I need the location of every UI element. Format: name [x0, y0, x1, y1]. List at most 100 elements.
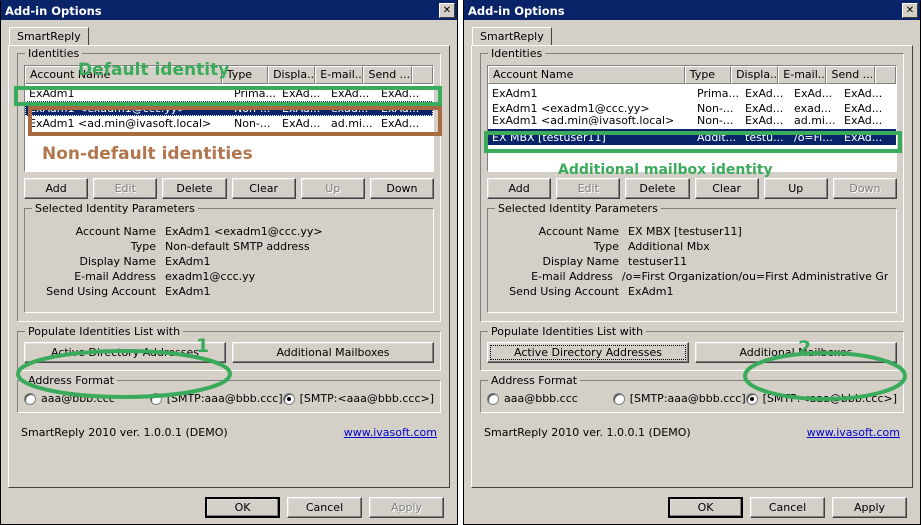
selected-identity-parameters-label: Selected Identity Parameters: [495, 202, 661, 215]
apply-button[interactable]: Apply: [369, 497, 444, 518]
cancel-button[interactable]: Cancel: [750, 497, 825, 518]
param-value: /o=First Organization/ou=First Administr…: [621, 270, 888, 283]
param-label: E-mail Address: [74, 270, 156, 283]
delete-button[interactable]: Delete: [162, 178, 227, 199]
tab-smartreply[interactable]: SmartReply: [9, 27, 89, 46]
footer-left: SmartReply 2010 ver. 1.0.0.1 (DEMO) www.…: [17, 422, 441, 439]
column-header-account-name[interactable]: Account Name: [488, 66, 685, 84]
annotation-ellipse-step-one: [16, 349, 232, 399]
cell-account-name: ExAdm1 <ad.min@ivasoft.local>: [29, 117, 212, 130]
radio-label: aaa@bbb.ccc: [504, 392, 578, 405]
close-icon[interactable]: ✕: [439, 3, 455, 18]
down-button[interactable]: Down: [369, 178, 435, 199]
tab-page-smartreply-right: Identities Account Name Type Displa... E…: [471, 45, 913, 488]
table-row[interactable]: ExAdm1 <exadm1@ccc.yy> Non-... ExAd... e…: [488, 101, 896, 116]
edit-button[interactable]: Edit: [93, 178, 158, 199]
column-header-email[interactable]: E-mail...: [315, 66, 364, 84]
tab-smartreply[interactable]: SmartReply: [472, 27, 552, 46]
cell-send-using: ExAd...: [381, 102, 420, 115]
param-value: exadm1@ccc.yy: [165, 270, 256, 283]
cell-email: ad.mi...: [794, 116, 836, 125]
active-directory-addresses-button[interactable]: Active Directory Addresses: [487, 342, 689, 363]
clear-button[interactable]: Clear: [694, 178, 759, 199]
param-label: E-mail Address: [531, 270, 613, 283]
cancel-button[interactable]: Cancel: [287, 497, 362, 518]
param-row-email-address: E-mail Address /o=First Organization/ou=…: [496, 269, 888, 284]
radio-icon[interactable]: [282, 392, 295, 405]
selected-identity-parameters-group-left: Selected Identity Parameters Account Nam…: [24, 202, 434, 313]
param-row-type: Type Non-default SMTP address: [33, 239, 425, 254]
radio-icon[interactable]: [612, 392, 625, 405]
ok-button[interactable]: OK: [205, 497, 280, 518]
address-format-label: Address Format: [488, 374, 581, 387]
table-row[interactable]: EX MBX [testuser11] Addit... testu... /o…: [488, 129, 896, 145]
edit-button[interactable]: Edit: [556, 178, 621, 199]
table-row[interactable]: ExAdm1 <exadm1@ccc.yy> Non-... ExAd... e…: [25, 101, 433, 116]
cell-type: Non-...: [697, 116, 734, 125]
up-button[interactable]: Up: [300, 178, 365, 199]
radio-option-smtp-angle[interactable]: [SMTP:<aaa@bbb.ccc>]: [282, 392, 434, 405]
cell-email: /o=Fi...: [794, 130, 833, 144]
column-header-email[interactable]: E-mail...: [778, 66, 827, 84]
param-value: ExAdm1: [165, 255, 211, 268]
identities-listview-right[interactable]: Account Name Type Displa... E-mail... Se…: [487, 65, 897, 172]
param-label: Send Using Account: [509, 285, 619, 298]
column-header-account-name[interactable]: Account Name: [25, 66, 222, 84]
up-button[interactable]: Up: [763, 178, 828, 199]
website-link[interactable]: www.ivasoft.com: [807, 426, 900, 439]
table-row[interactable]: ExAdm1 Prima... ExAd... ExAd... ExAd...: [488, 86, 896, 101]
title-bar-left: Add-in Options ✕: [1, 1, 457, 20]
dialog-buttons-right: OK Cancel Apply: [464, 497, 920, 518]
title-bar-right: Add-in Options ✕: [464, 1, 920, 20]
delete-button[interactable]: Delete: [625, 178, 690, 199]
clear-button[interactable]: Clear: [231, 178, 296, 199]
identities-listview-left[interactable]: Account Name Type Displa... E-mail... Se…: [24, 65, 434, 172]
close-icon[interactable]: ✕: [902, 3, 918, 18]
param-row-display-name: Display Name testuser11: [496, 254, 888, 269]
cell-type: Non-...: [234, 117, 271, 130]
radio-icon[interactable]: [487, 392, 499, 405]
param-row-send-using-account: Send Using Account ExAdm1: [496, 284, 888, 299]
table-row[interactable]: ExAdm1 <ad.min@ivasoft.local> Non-... Ex…: [488, 116, 896, 125]
cell-send-using: ExAd...: [381, 87, 420, 100]
tab-strip-right: SmartReply: [472, 26, 913, 46]
add-button[interactable]: Add: [487, 178, 552, 199]
table-row[interactable]: ExAdm1 Prima... ExAd... ExAd... ExAd...: [25, 86, 433, 101]
website-link[interactable]: www.ivasoft.com: [344, 426, 437, 439]
column-header-type[interactable]: Type: [684, 66, 732, 84]
cell-account-name: ExAdm1 <exadm1@ccc.yy>: [29, 102, 187, 115]
radio-option-smtp-bracket[interactable]: [SMTP:aaa@bbb.ccc]: [612, 392, 746, 405]
column-header-send-using[interactable]: Send ...: [363, 66, 412, 84]
cell-display-name: ExAd...: [745, 87, 784, 100]
cell-display-name: ExAd...: [282, 102, 321, 115]
cell-type: Non-...: [697, 102, 734, 115]
annotation-ellipse-step-two: [743, 351, 907, 401]
param-row-type: Type Additional Mbx: [496, 239, 888, 254]
down-button[interactable]: Down: [832, 178, 898, 199]
column-header-type[interactable]: Type: [221, 66, 269, 84]
additional-mailboxes-button[interactable]: Additional Mailboxes: [232, 342, 434, 363]
radio-label: [SMTP:<aaa@bbb.ccc>]: [299, 392, 434, 405]
addin-options-window-left: Add-in Options ✕ SmartReply Identities A…: [0, 0, 458, 525]
identities-group-label: Identities: [488, 47, 546, 60]
param-label: Display Name: [79, 255, 157, 268]
cell-type: Addit...: [697, 130, 737, 144]
column-header-display-name[interactable]: Displa...: [731, 66, 779, 84]
cell-send-using: ExAd...: [844, 116, 883, 125]
param-row-display-name: Display Name ExAdm1: [33, 254, 425, 269]
column-header-send-using[interactable]: Send ...: [826, 66, 875, 84]
listview-header-right: Account Name Type Displa... E-mail... Se…: [488, 66, 896, 84]
param-label: Type: [130, 240, 156, 253]
addin-options-window-right: Add-in Options ✕ SmartReply Identities A…: [463, 0, 921, 525]
cell-display-name: ExAd...: [745, 116, 784, 125]
table-row[interactable]: ExAdm1 <ad.min@ivasoft.local> Non-... Ex…: [25, 116, 433, 131]
ok-button[interactable]: OK: [668, 497, 743, 518]
apply-button[interactable]: Apply: [832, 497, 907, 518]
add-button[interactable]: Add: [24, 178, 89, 199]
param-row-send-using-account: Send Using Account ExAdm1: [33, 284, 425, 299]
radio-option-plain[interactable]: aaa@bbb.ccc: [487, 392, 613, 405]
populate-identities-label: Populate Identities List with: [25, 325, 184, 338]
column-header-spacer: [874, 66, 896, 84]
column-header-display-name[interactable]: Displa...: [268, 66, 316, 84]
column-header-spacer: [411, 66, 433, 84]
